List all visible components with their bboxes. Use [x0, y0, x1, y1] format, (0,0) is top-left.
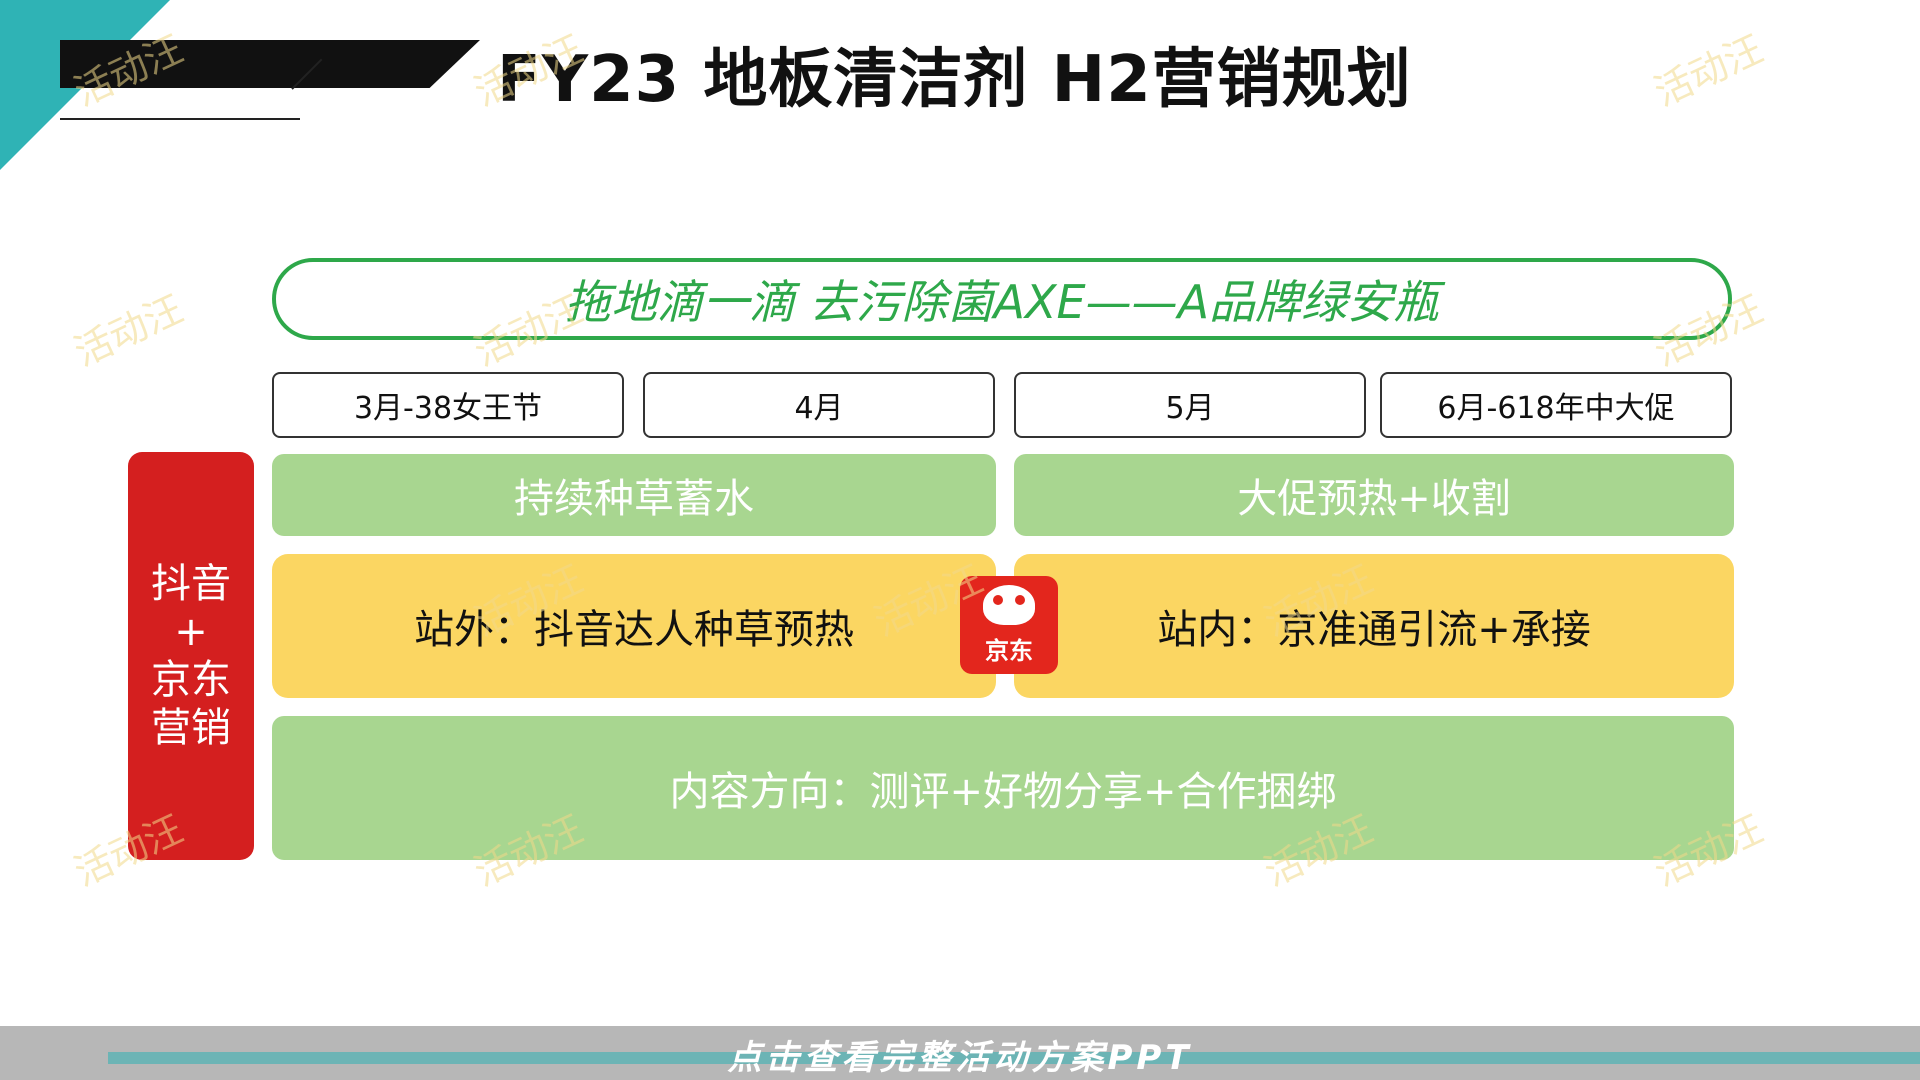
watermark: 活动汪	[1647, 26, 1770, 115]
jd-logo-text: 京东	[985, 637, 1033, 665]
footer-link[interactable]: 点击查看完整活动方案PPT	[0, 1030, 1920, 1079]
side-label-box: 抖音 + 京东 营销	[128, 452, 254, 860]
channel-onsite: 站内：京准通引流+承接	[1014, 554, 1734, 698]
header-underline	[60, 118, 300, 120]
month-april: 4月	[643, 372, 995, 438]
watermark: 活动汪	[67, 286, 190, 375]
month-may: 5月	[1014, 372, 1366, 438]
watermark: 活动汪	[67, 806, 190, 895]
month-june: 6月-618年中大促	[1380, 372, 1732, 438]
jd-dog-icon	[983, 585, 1035, 625]
slogan-text: 拖地滴一滴 去污除菌AXE——A品牌绿安瓶	[564, 275, 1440, 329]
phase-left: 持续种草蓄水	[272, 454, 996, 536]
page-title: FY23 地板清洁剂 H2营销规划	[497, 43, 1412, 117]
month-march: 3月-38女王节	[272, 372, 624, 438]
phase-right: 大促预热+收割	[1014, 454, 1734, 536]
side-label: 抖音 + 京东 营销	[151, 561, 231, 751]
